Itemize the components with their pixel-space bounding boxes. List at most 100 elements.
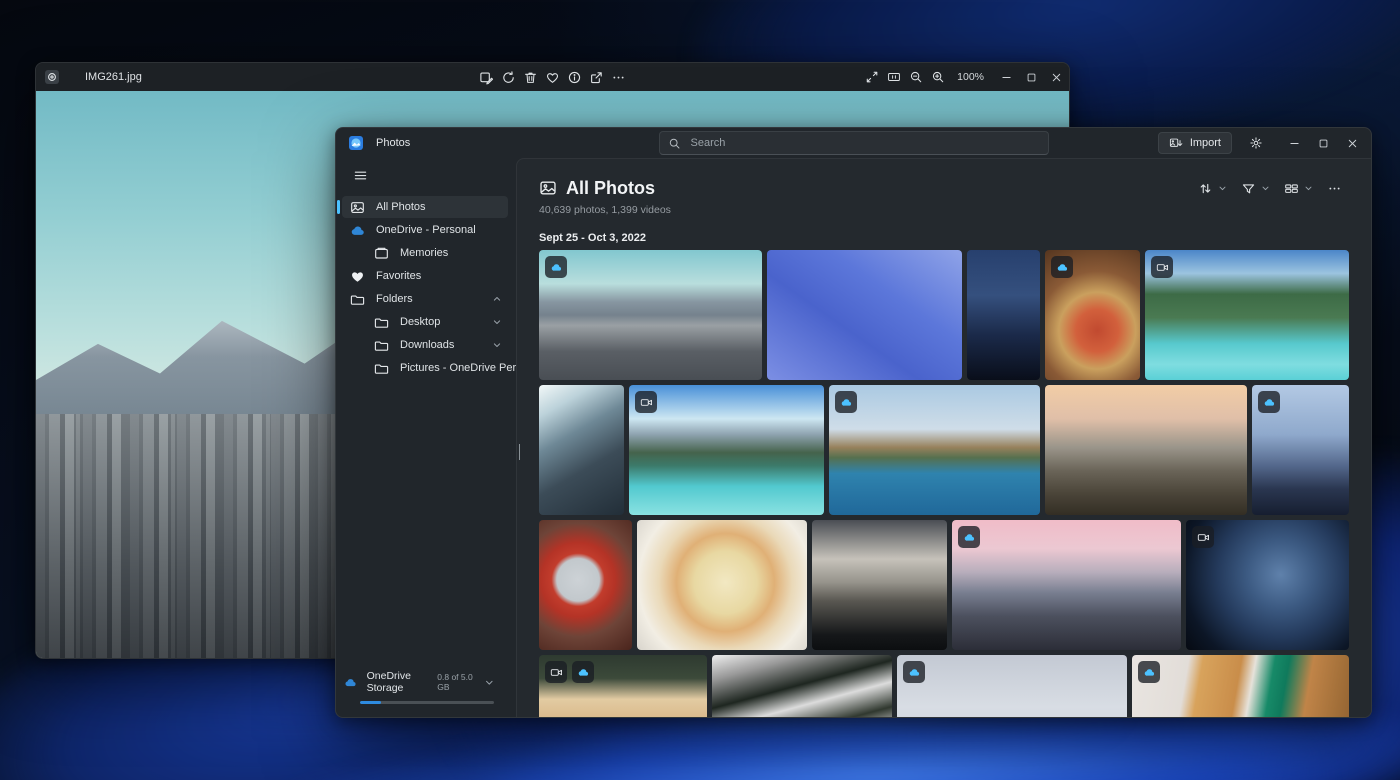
cloud-badge-icon — [1056, 261, 1069, 274]
cloud-badge-icon — [963, 531, 976, 544]
favorite-button[interactable] — [542, 65, 564, 89]
sidebar-item-all-photos[interactable]: All Photos — [342, 196, 508, 218]
maximize-icon — [1025, 71, 1038, 84]
photo-grid-row — [539, 385, 1346, 515]
sort-button[interactable] — [1193, 176, 1217, 200]
zoom-in-button[interactable] — [927, 65, 949, 89]
photos-app-icon — [348, 135, 364, 151]
viewer-titlebar[interactable]: IMG261.jpg 100% — [36, 63, 1069, 91]
actual-size-button[interactable] — [883, 65, 905, 89]
photo-overcast-sky[interactable] — [897, 655, 1127, 717]
sidebar-item-pictures-onedrive-personal[interactable]: Pictures - OneDrive Personal — [342, 357, 508, 379]
sidebar-item-desktop[interactable]: Desktop — [342, 311, 508, 333]
photo-night-sky-clouds[interactable] — [967, 250, 1040, 380]
share-button[interactable] — [586, 65, 608, 89]
import-button[interactable]: Import — [1158, 132, 1232, 154]
folder-icon — [374, 315, 389, 330]
video-badge-icon — [640, 396, 653, 409]
photo-harbor-at-dusk[interactable] — [1252, 385, 1349, 515]
search-input[interactable] — [689, 136, 1040, 150]
onedrive-icon — [350, 223, 365, 238]
photo-bridge-turquoise-river[interactable] — [1145, 250, 1349, 380]
close-icon — [1346, 137, 1359, 150]
viewer-close-button[interactable] — [1044, 64, 1069, 90]
folder-icon — [374, 361, 389, 376]
photos-maximize-button[interactable] — [1309, 128, 1338, 158]
cloud-badge — [903, 661, 925, 683]
sidebar-item-downloads[interactable]: Downloads — [342, 334, 508, 356]
photo-turquoise-lake-mountains[interactable] — [629, 385, 824, 515]
photos-titlebar[interactable]: Photos Import — [336, 128, 1371, 158]
zoom-out-button[interactable] — [905, 65, 927, 89]
edit-image-button[interactable] — [476, 65, 498, 89]
photo-pizza-and-latte[interactable] — [1132, 655, 1349, 717]
sidebar-item-label: Memories — [400, 247, 448, 259]
zoom-in-icon — [931, 70, 945, 84]
chevron-down-icon[interactable] — [491, 316, 503, 328]
photos-minimize-button[interactable] — [1280, 128, 1309, 158]
photo-black-white-waves[interactable] — [712, 655, 892, 717]
photo-fence-bicycle-sunset[interactable] — [1045, 385, 1247, 515]
all-photos-icon — [539, 179, 557, 197]
chevron-up-icon[interactable] — [491, 293, 503, 305]
sidebar-item-memories[interactable]: Memories — [342, 242, 508, 264]
more-options-button[interactable] — [1322, 176, 1346, 200]
photo-grid-row — [539, 520, 1346, 650]
cloud-badge-icon — [1263, 396, 1276, 409]
chevron-down-icon[interactable] — [491, 339, 503, 351]
photos-legacy-app-icon — [44, 69, 60, 85]
fullscreen-button[interactable] — [861, 65, 883, 89]
photo-city-skyline-mountains[interactable] — [539, 250, 762, 380]
photo-shrimp-pasta[interactable] — [637, 520, 807, 650]
photos-app-window: Photos Import All PhotosOneDriv — [335, 127, 1372, 718]
minimize-icon — [1000, 71, 1013, 84]
more-options-button[interactable] — [608, 65, 630, 89]
cloud-badge-icon — [908, 666, 921, 679]
cloud-badge-icon — [550, 261, 563, 274]
onedrive-storage[interactable]: OneDrive Storage 0.8 of 5.0 GB — [344, 670, 496, 704]
photos-window-title: Photos — [376, 137, 410, 149]
zoom-out-icon — [909, 70, 923, 84]
video-badge — [635, 391, 657, 413]
cloud-badge-icon — [577, 666, 590, 679]
viewer-view-controls: 100% — [861, 63, 1069, 91]
photo-swing-ride-sky[interactable] — [767, 250, 962, 380]
sidebar-item-folders[interactable]: Folders — [342, 288, 508, 310]
storage-label: OneDrive Storage — [367, 670, 438, 694]
viewer-minimize-button[interactable] — [994, 64, 1019, 90]
chevron-down-icon[interactable] — [1304, 184, 1313, 193]
viewer-toolbar — [476, 65, 630, 89]
chevron-down-icon[interactable] — [1218, 184, 1227, 193]
photo-storm-clouds[interactable] — [812, 520, 947, 650]
share-icon — [589, 70, 604, 85]
photo-starry-night-trees[interactable] — [1186, 520, 1349, 650]
photo-lake-and-hills[interactable] — [829, 385, 1040, 515]
photo-rocky-shore-sun[interactable] — [539, 385, 624, 515]
sidebar-item-label: OneDrive - Personal — [376, 224, 476, 236]
filter-button[interactable] — [1236, 176, 1260, 200]
delete-button[interactable] — [520, 65, 542, 89]
sidebar-item-label: Favorites — [376, 270, 421, 282]
photo-grid-row — [539, 655, 1346, 717]
cloud-badge — [1258, 391, 1280, 413]
layout-button[interactable] — [1279, 176, 1303, 200]
photo-red-playground-above[interactable] — [539, 520, 632, 650]
edit-image-icon — [479, 70, 494, 85]
cloud-badge — [958, 526, 980, 548]
search-box[interactable] — [659, 131, 1049, 155]
sidebar-item-onedrive-personal[interactable]: OneDrive - Personal — [342, 219, 508, 241]
settings-button[interactable] — [1242, 130, 1270, 156]
chevron-down-icon[interactable] — [1261, 184, 1270, 193]
sidebar-item-favorites[interactable]: Favorites — [342, 265, 508, 287]
video-badge — [545, 661, 567, 683]
photo-ramen-bowl[interactable] — [539, 655, 707, 717]
photos-titlebar-controls: Import — [1158, 128, 1367, 158]
viewer-maximize-button[interactable] — [1019, 64, 1044, 90]
photo-brunch-skillet[interactable] — [1045, 250, 1140, 380]
photos-close-button[interactable] — [1338, 128, 1367, 158]
panel-resize-handle[interactable] — [516, 444, 520, 460]
photo-seattle-skyline-sunset[interactable] — [952, 520, 1181, 650]
navigation-menu-button[interactable] — [346, 163, 374, 187]
rotate-button[interactable] — [498, 65, 520, 89]
info-button[interactable] — [564, 65, 586, 89]
